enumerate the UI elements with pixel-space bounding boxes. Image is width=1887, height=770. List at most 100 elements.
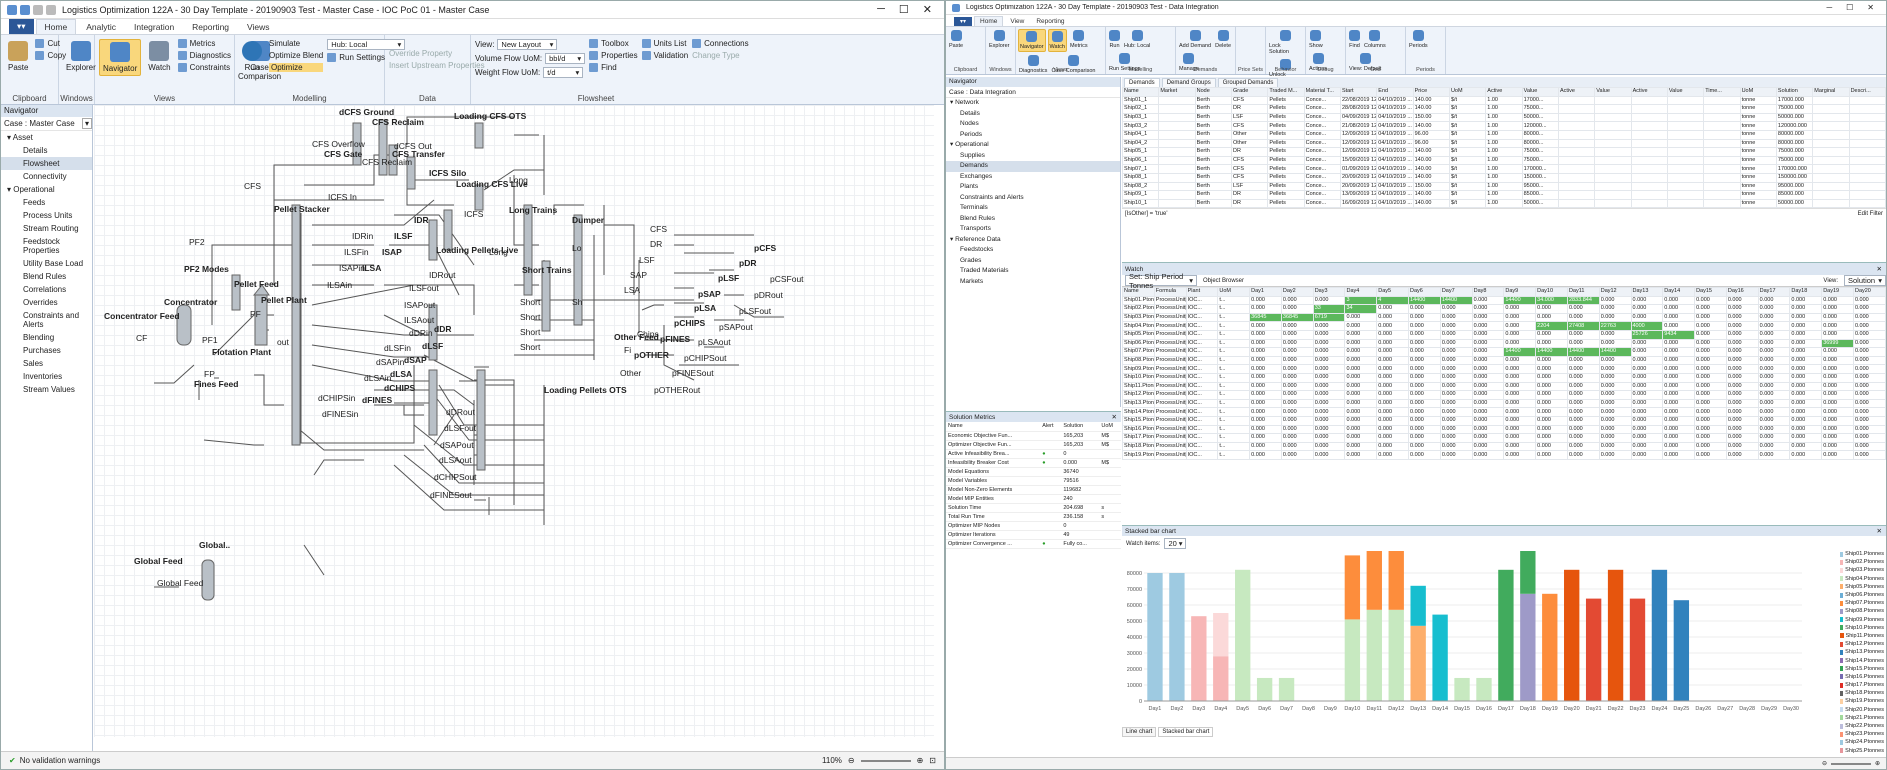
table-cell[interactable] [1812,172,1850,183]
table-cell[interactable] [1557,164,1596,174]
table-cell[interactable]: 0.000 [1789,433,1823,443]
nav-item-flowsheet[interactable]: Flowsheet [1,157,92,170]
table-cell[interactable]: 0.000 [1344,424,1378,435]
table-cell[interactable] [1557,190,1596,200]
table-cell[interactable]: 0.000 [1662,312,1696,323]
watch-button[interactable]: Watch [145,39,173,74]
maximize-icon[interactable]: ☐ [1846,3,1853,12]
table-cell[interactable]: $/t [1448,121,1487,131]
table-cell[interactable]: 0.000 [1312,390,1346,400]
table-cell[interactable]: 1.00 [1485,147,1523,157]
table-row[interactable]: Ship11.PtonnesProcessUnit[Global].Mode[A… [1122,381,1886,392]
table-cell[interactable] [1630,181,1668,192]
table-cell[interactable]: 0.000 [1598,295,1632,306]
table-cell[interactable]: 0.000 [1630,433,1664,443]
table-cell[interactable]: 0.000 [1249,329,1282,340]
flowsheet-canvas[interactable]: dCFS Ground CFS Reclaim Loading CFS OTS … [94,105,934,737]
table-cell[interactable]: 0.000 [1821,381,1854,392]
table-cell[interactable] [1848,138,1886,149]
metrics-button[interactable]: Metrics [177,39,231,48]
table-cell[interactable] [1630,129,1668,140]
legend-item[interactable]: Ship24.Ptonnes [1840,738,1884,746]
table-cell[interactable]: 0.000 [1852,321,1886,331]
table-cell[interactable]: Conce... [1303,138,1341,149]
bar-segment[interactable] [1410,625,1426,701]
table-cell[interactable]: 0.000 [1280,415,1314,426]
table-cell[interactable]: 22/08/2019 12:00 [1339,95,1378,106]
table-cell[interactable]: 36845 [1280,312,1314,323]
table-cell[interactable]: tonne [1739,104,1777,114]
table-cell[interactable] [1703,95,1741,106]
table-cell[interactable] [1812,147,1850,157]
table-row[interactable]: Ship04_1 Berth Other Pellets Conce... 12/09/2… [1121,129,1886,140]
table-cell[interactable] [1594,112,1632,123]
table-cell[interactable]: 0.000 [1757,407,1791,417]
table-row[interactable]: Ship05_1 Berth DR Pellets Conce... 12/09/2019… [1121,147,1886,157]
nav-item-constraints-and-alerts[interactable]: Constraints and Alerts [946,193,1120,204]
table-cell[interactable]: tonne [1739,138,1777,149]
table-cell[interactable]: Pellets [1267,181,1305,192]
table-cell[interactable] [1848,95,1886,106]
column-header[interactable]: Name [1121,87,1160,97]
ribbon-button-hub-local[interactable]: Hub: Local [1123,29,1151,50]
table-cell[interactable]: 0.000 [1662,398,1696,409]
table-cell[interactable]: tonne [1739,172,1777,183]
change-type-button[interactable]: Change Type [692,51,748,60]
table-cell[interactable]: t... [1217,390,1251,400]
table-cell[interactable]: 0.000 [1249,390,1282,400]
table-cell[interactable]: Ship01.Ptonnes [1122,295,1155,306]
table-cell[interactable] [1703,181,1741,192]
column-header[interactable]: Material T... [1303,87,1341,97]
table-cell[interactable]: 0.000 [1821,372,1854,383]
table-cell[interactable]: 0.000 [1725,372,1759,383]
table-cell[interactable]: 0.000 [1471,441,1505,452]
column-header[interactable]: Traded M... [1267,87,1305,97]
legend-item[interactable]: Ship05.Ptonnes [1840,583,1884,591]
column-header[interactable]: Time... [1703,87,1741,97]
table-cell[interactable]: ProcessUnit[Global].Mode[All].ProcessMod… [1153,415,1187,426]
table-cell[interactable]: Ship08_2 [1121,181,1160,192]
layout-select[interactable]: New Layout ▾ [497,39,558,50]
table-cell[interactable]: 0.000 [1471,398,1505,409]
table-cell[interactable]: 0.000 [1249,321,1282,331]
table-cell[interactable]: 0.000 [1249,381,1282,392]
table-cell[interactable]: 0.000 [1408,304,1441,314]
table-cell[interactable]: 0.000 [1535,372,1568,383]
column-header[interactable]: Day15 [1694,287,1727,297]
column-header[interactable]: UoM [1448,87,1487,97]
table-cell[interactable]: 0.000 [1725,433,1759,443]
table-row[interactable]: Ship06.PtonnesProcessUnit[Global].Mode[A… [1122,338,1886,349]
table-cell[interactable]: 0.000 [1408,450,1441,460]
table-cell[interactable]: IOC... [1185,441,1219,452]
bar-segment[interactable] [1520,507,1536,594]
table-cell[interactable]: 0.000 [1725,355,1759,366]
table-cell[interactable]: 140.00 [1412,104,1450,114]
table-cell[interactable]: 0.000 [1566,441,1600,452]
table-cell[interactable]: 80000.000 [1775,138,1814,149]
table-cell[interactable]: Ship16.Ptonnes [1122,424,1155,435]
table-cell[interactable]: 1.00 [1485,172,1523,183]
table-cell[interactable]: 12/09/2019 12:00 [1339,138,1378,149]
bar-segment[interactable] [1278,677,1295,701]
legend-item[interactable]: Ship15.Ptonnes [1840,665,1884,673]
table-cell[interactable] [1594,129,1632,140]
table-cell[interactable] [1158,95,1196,106]
table-cell[interactable]: 0.000 [1662,407,1696,417]
table-cell[interactable]: 0.000 [1408,321,1441,331]
table-cell[interactable] [1630,164,1668,174]
table-cell[interactable]: 0.000 [1694,398,1727,409]
table-cell[interactable]: $/t [1448,147,1487,157]
table-cell[interactable] [1812,121,1850,131]
column-header[interactable]: UoM [1217,287,1251,297]
table-cell[interactable]: 17000.000 [1775,95,1814,106]
table-cell[interactable]: 0.000 [1821,433,1854,443]
table-cell[interactable]: 0.000 [1725,424,1759,435]
column-header[interactable]: Day7 [1439,287,1473,297]
fit-icon[interactable]: ⊡ [929,756,936,765]
table-cell[interactable]: 0.000 [1312,347,1346,357]
table-cell[interactable]: 20/09/2019 12:00 [1339,181,1378,192]
table-cell[interactable]: 0.000 [1852,415,1886,426]
table-cell[interactable]: 0.000 [1566,415,1600,426]
table-cell[interactable]: Ship09_1 [1121,190,1160,200]
table-cell[interactable]: 0.000 [1757,381,1791,392]
